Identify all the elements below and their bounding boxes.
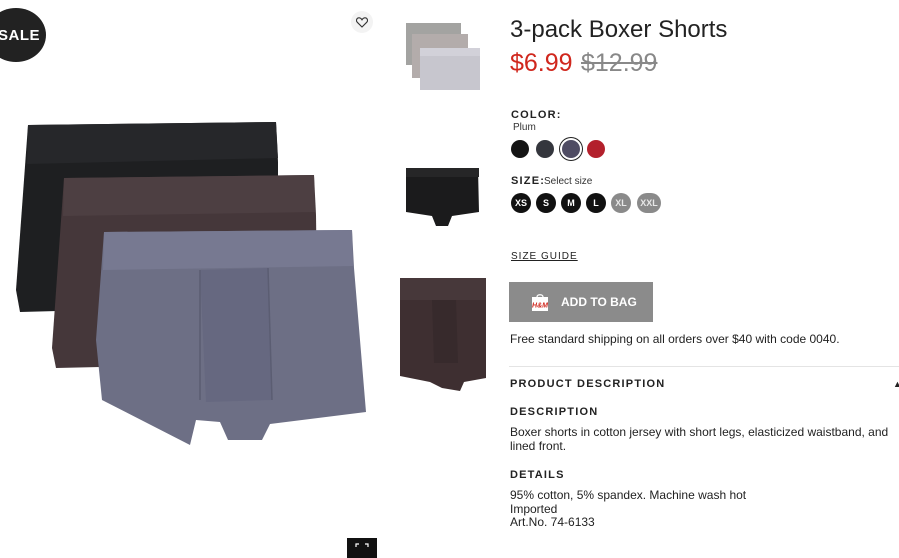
add-to-bag-button[interactable]: H&M ADD TO BAG — [509, 282, 653, 322]
size-xs-button[interactable]: XS — [511, 193, 531, 213]
add-to-bag-label: ADD TO BAG — [561, 295, 637, 309]
thumbnail-1-image — [406, 23, 480, 90]
size-l-button[interactable]: L — [586, 193, 606, 213]
swatch-red[interactable] — [587, 140, 605, 158]
swatch-dark-gray[interactable] — [536, 140, 554, 158]
shipping-note: Free standard shipping on all orders ove… — [510, 332, 840, 346]
plum-boxer-shape — [96, 230, 366, 445]
section-divider — [509, 366, 899, 367]
size-guide-link[interactable]: SIZE GUIDE — [511, 251, 578, 262]
size-s-button[interactable]: S — [536, 193, 556, 213]
swatch-plum[interactable] — [562, 140, 580, 158]
size-xl-button[interactable]: XL — [611, 193, 631, 213]
thumbnail-2-image — [406, 168, 479, 226]
bag-logo-text: H&M — [532, 303, 548, 310]
original-price: $12.99 — [581, 49, 658, 77]
sale-price: $6.99 — [510, 49, 573, 77]
favorite-button[interactable] — [351, 11, 373, 33]
swatch-black[interactable] — [511, 140, 529, 158]
expand-image-button[interactable] — [347, 538, 377, 558]
main-product-image[interactable] — [0, 100, 375, 460]
details-line-origin: Imported — [510, 501, 558, 516]
selected-color-name: Plum — [513, 122, 536, 133]
size-label: SIZE: — [511, 175, 546, 187]
details-line-composition: 95% cotton, 5% spandex. Machine wash hot — [510, 488, 747, 502]
product-title: 3-pack Boxer Shorts — [510, 16, 728, 43]
thumbnail-3[interactable] — [400, 278, 486, 393]
color-label: COLOR: — [511, 109, 562, 121]
details-heading: DETAILS — [510, 469, 565, 481]
sale-badge-label: SALE — [0, 26, 40, 44]
expand-icon — [355, 543, 369, 547]
description-heading: DESCRIPTION — [510, 406, 599, 418]
product-description-toggle[interactable]: PRODUCT DESCRIPTION — [510, 378, 665, 390]
details-line-article-number: Art.No. 74-6133 — [510, 515, 595, 529]
size-hint: Select size — [544, 176, 593, 187]
caret-up-icon[interactable]: ▲ — [893, 379, 899, 389]
sale-badge: SALE — [0, 8, 46, 62]
shopping-bag-icon: H&M — [532, 294, 548, 311]
size-xxl-button[interactable]: XXL — [637, 193, 661, 213]
thumbnail-1[interactable] — [400, 20, 484, 100]
thumbnail-3-image — [400, 278, 486, 391]
size-m-button[interactable]: M — [561, 193, 581, 213]
description-text: Boxer shorts in cotton jersey with short… — [510, 425, 889, 453]
heart-icon — [356, 16, 368, 28]
thumbnail-2[interactable] — [400, 160, 484, 232]
